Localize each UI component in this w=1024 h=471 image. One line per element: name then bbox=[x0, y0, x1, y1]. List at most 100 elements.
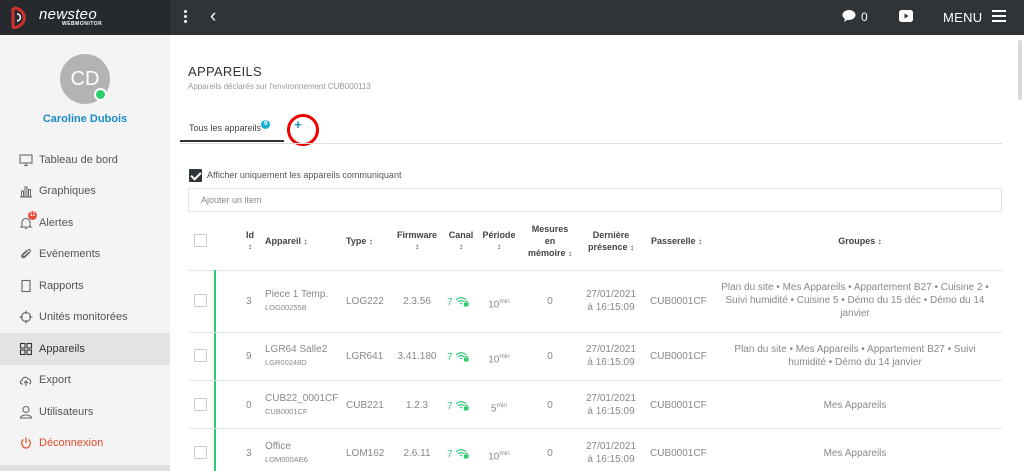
online-status-dot bbox=[94, 88, 107, 101]
cell-type: LGR641 bbox=[346, 351, 384, 362]
col-header-label: Canal bbox=[448, 230, 474, 240]
col-header-canal[interactable]: Canal ↕ bbox=[446, 229, 476, 253]
col-header-period[interactable]: Période ↕ bbox=[479, 229, 519, 253]
col-header-firmware[interactable]: Firmware ↕ bbox=[393, 229, 441, 253]
sidebar-item-label: Rapports bbox=[39, 279, 84, 292]
cell-device[interactable]: CUB22_0001CF CUB0001CF bbox=[265, 392, 338, 418]
cell-presence: 27/01/2021 à 16:15:09 bbox=[580, 288, 642, 314]
newsteo-logo-icon bbox=[11, 6, 26, 30]
sidebar-item-label: Evènements bbox=[39, 248, 101, 261]
sort-icon: ↕ bbox=[568, 249, 573, 258]
presence-date: 27/01/2021 bbox=[585, 393, 637, 404]
sort-icon: ↕ bbox=[698, 237, 703, 246]
select-all-checkbox[interactable] bbox=[194, 234, 207, 247]
sidebar-item-tableau-de-bord[interactable]: Tableau de bord bbox=[0, 144, 170, 176]
user-name[interactable]: Caroline Dubois bbox=[0, 113, 170, 125]
cell-device[interactable]: Office LOM000AE6 bbox=[265, 440, 308, 466]
row-checkbox[interactable] bbox=[194, 446, 207, 459]
period-unit: min bbox=[499, 353, 510, 360]
cell-groups: Plan du site • Mes Appareils • Apparteme… bbox=[710, 281, 1000, 320]
crosshair-icon bbox=[19, 310, 33, 324]
cell-canal: 7 bbox=[447, 399, 469, 412]
sidebar-item-graphiques[interactable]: Graphiques bbox=[0, 176, 170, 208]
chevron-left-icon[interactable]: ‹ bbox=[210, 7, 216, 26]
groups-line: humidité • Démo du 14 janvier bbox=[788, 357, 922, 368]
period-value: 10 bbox=[488, 354, 500, 366]
communicating-only-label[interactable]: Afficher uniquement les appareils commun… bbox=[207, 170, 401, 180]
brand[interactable]: newsteo WEBMONITOR bbox=[0, 0, 170, 35]
col-header-presence[interactable]: Dernière présence ↕ bbox=[583, 229, 639, 254]
cell-id: 9 bbox=[246, 351, 252, 362]
tab-label: Tous les appareils bbox=[189, 123, 262, 133]
cell-device[interactable]: LGR64 Salle2 LGR00248D bbox=[265, 343, 327, 369]
wifi-lock-icon bbox=[455, 401, 469, 411]
communicating-only-checkbox[interactable] bbox=[189, 169, 202, 182]
cell-groups: Plan du site • Mes Appareils • Apparteme… bbox=[710, 343, 1000, 369]
groups-line: Plan du site • Mes Appareils • Apparteme… bbox=[721, 282, 989, 293]
sidebar-item-label: Unités monitorées bbox=[39, 311, 128, 324]
tab-tous-les-appareils[interactable]: Tous les appareils 9 bbox=[180, 120, 284, 142]
row-checkbox[interactable] bbox=[194, 294, 207, 307]
cell-canal: 7 bbox=[447, 350, 469, 363]
groups-line: Plan du site • Mes Appareils • Apparteme… bbox=[734, 344, 976, 355]
chat-bubble-icon[interactable] bbox=[842, 9, 856, 23]
more-vertical-icon[interactable] bbox=[181, 9, 189, 25]
sidebar-nav: Tableau de bord Graphiques 11 Alertes Ev… bbox=[0, 144, 170, 459]
cell-period: 10min bbox=[479, 350, 519, 366]
period-unit: min bbox=[499, 450, 510, 457]
row-checkbox[interactable] bbox=[194, 349, 207, 362]
col-header-label: Groupes bbox=[838, 236, 876, 246]
cell-memory: 0 bbox=[547, 448, 553, 459]
cell-memory: 0 bbox=[547, 296, 553, 307]
paperclip-icon bbox=[21, 249, 32, 259]
video-play-icon[interactable] bbox=[899, 10, 913, 22]
presence-date: 27/01/2021 bbox=[585, 289, 637, 300]
tab-count-badge: 9 bbox=[261, 120, 271, 129]
sidebar-item-label: Alertes bbox=[39, 216, 74, 229]
add-item-input[interactable] bbox=[188, 188, 1002, 212]
sidebar-item-appareils[interactable]: Appareils bbox=[0, 333, 170, 365]
tabs-divider bbox=[180, 143, 1002, 144]
sidebar-item-unites-monitorees[interactable]: Unités monitorées bbox=[0, 302, 170, 334]
cell-memory: 0 bbox=[547, 400, 553, 411]
presence-time: à 16:15:09 bbox=[587, 454, 635, 465]
cell-firmware: 2.6.11 bbox=[403, 448, 431, 459]
cell-gateway: CUB0001CF bbox=[650, 400, 707, 411]
sidebar-item-evenements[interactable]: Evènements bbox=[0, 239, 170, 271]
cell-period: 5min bbox=[479, 399, 519, 415]
main-scrollbar-track[interactable] bbox=[1012, 35, 1024, 471]
sort-icon: ↕ bbox=[877, 237, 882, 246]
col-header-label: Mesures bbox=[531, 224, 569, 234]
cell-device[interactable]: Piece 1 Temp. LOG00255B bbox=[265, 288, 328, 314]
device-ref: LGR00248D bbox=[265, 358, 307, 367]
hamburger-icon[interactable] bbox=[992, 10, 1006, 22]
sidebar-item-label: Export bbox=[39, 374, 71, 387]
sidebar-scrollbar[interactable] bbox=[0, 465, 170, 471]
sidebar-item-export[interactable]: Export bbox=[0, 365, 170, 397]
menu-label[interactable]: MENU bbox=[943, 10, 982, 25]
row-checkbox[interactable] bbox=[194, 398, 207, 411]
row-divider bbox=[188, 380, 1002, 381]
chat-count[interactable]: 0 bbox=[861, 10, 868, 24]
col-header-device[interactable]: Appareil ↕ bbox=[265, 235, 308, 248]
col-header-type[interactable]: Type ↕ bbox=[346, 235, 373, 248]
sidebar-item-alertes[interactable]: 11 Alertes bbox=[0, 207, 170, 239]
col-header-memory[interactable]: Mesures en mémoire ↕ bbox=[524, 223, 576, 260]
col-header-groups[interactable]: Groupes ↕ bbox=[800, 235, 920, 248]
cell-gateway: CUB0001CF bbox=[650, 296, 707, 307]
cell-firmware: 3.41.180 bbox=[397, 351, 437, 362]
col-header-id[interactable]: Id ↕ bbox=[243, 229, 257, 253]
sidebar-item-deconnexion[interactable]: Déconnexion bbox=[0, 428, 170, 460]
add-tab-button[interactable]: + bbox=[292, 117, 304, 132]
col-header-label: mémoire bbox=[527, 248, 566, 258]
sidebar-item-rapports[interactable]: Rapports bbox=[0, 270, 170, 302]
sidebar-item-utilisateurs[interactable]: Utilisateurs bbox=[0, 396, 170, 428]
main-scrollbar-thumb[interactable] bbox=[1018, 40, 1022, 100]
col-header-gateway[interactable]: Passerelle ↕ bbox=[651, 235, 702, 248]
device-name: LGR64 Salle2 bbox=[265, 344, 328, 355]
presence-date: 27/01/2021 bbox=[585, 441, 637, 452]
cell-type: CUB221 bbox=[346, 400, 384, 411]
col-header-label: en bbox=[544, 236, 556, 246]
col-header-label: présence bbox=[587, 242, 628, 252]
sort-icon: ↕ bbox=[459, 242, 463, 251]
